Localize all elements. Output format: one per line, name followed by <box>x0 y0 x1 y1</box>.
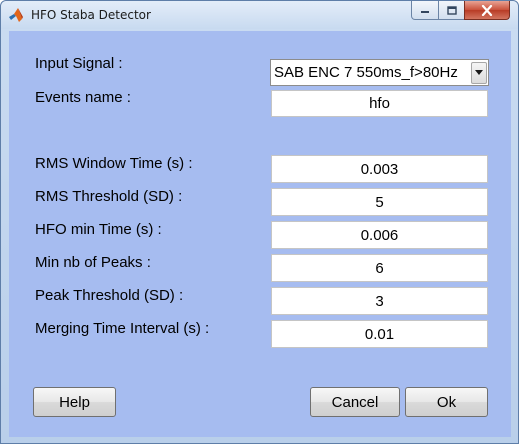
maximize-icon <box>446 5 457 15</box>
min-nb-peaks-input[interactable]: 6 <box>271 254 488 282</box>
dropdown-button[interactable] <box>471 61 487 84</box>
input-signal-label: Input Signal : <box>35 55 123 72</box>
rms-threshold-input[interactable]: 5 <box>271 188 488 216</box>
events-name-label: Events name : <box>35 89 131 106</box>
minimize-button[interactable] <box>411 1 439 20</box>
hfo-min-time-input[interactable]: 0.006 <box>271 221 488 249</box>
dialog-window: HFO Staba Detector Input Signal : SAB EN… <box>0 0 519 444</box>
input-signal-select[interactable]: SAB ENC 7 550ms_f>80Hz <box>270 59 489 86</box>
merging-time-interval-label: Merging Time Interval (s) : <box>35 320 210 337</box>
min-nb-peaks-label: Min nb of Peaks : <box>35 254 151 271</box>
window-title: HFO Staba Detector <box>31 8 151 22</box>
matlab-logo-icon <box>9 8 23 22</box>
merging-time-interval-input[interactable]: 0.01 <box>271 320 488 348</box>
title-bar[interactable]: HFO Staba Detector <box>1 1 518 29</box>
rms-window-time-label: RMS Window Time (s) : <box>35 155 193 172</box>
peak-threshold-label: Peak Threshold (SD) : <box>35 287 184 304</box>
dialog-body: Input Signal : SAB ENC 7 550ms_f>80Hz Ev… <box>9 31 511 437</box>
dropdown-arrow-icon <box>475 70 483 75</box>
peak-threshold-input[interactable]: 3 <box>271 287 488 315</box>
input-signal-value: SAB ENC 7 550ms_f>80Hz <box>274 64 458 81</box>
hfo-min-time-label: HFO min Time (s) : <box>35 221 162 238</box>
cancel-button[interactable]: Cancel <box>310 387 400 417</box>
close-icon <box>481 4 493 16</box>
maximize-button[interactable] <box>438 1 465 20</box>
rms-threshold-label: RMS Threshold (SD) : <box>35 188 183 205</box>
help-button[interactable]: Help <box>33 387 116 417</box>
rms-window-time-input[interactable]: 0.003 <box>271 155 488 183</box>
ok-button[interactable]: Ok <box>405 387 488 417</box>
events-name-input[interactable]: hfo <box>271 90 488 117</box>
minimize-icon <box>421 11 429 13</box>
close-button[interactable] <box>464 1 510 20</box>
